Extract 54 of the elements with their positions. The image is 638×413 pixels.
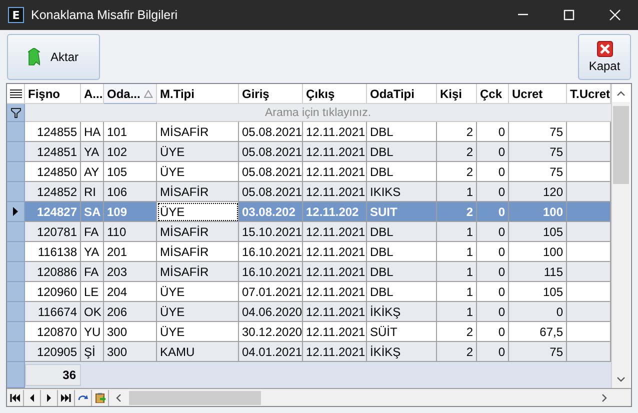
scroll-thumb[interactable] <box>129 390 261 404</box>
table-row[interactable]: 120960 LE 204 ÜYE 07.01.2021 12.11.2021 DBL 1 0 105 <box>7 282 611 302</box>
vertical-scrollbar[interactable] <box>611 84 630 388</box>
column-list-icon[interactable] <box>10 88 22 98</box>
table-row[interactable]: 120905 Şİ 300 KAMU 04.01.2021 12.11.2021 İKİKŞ 2 0 75 <box>7 342 611 362</box>
row-selector <box>7 362 25 388</box>
table-row[interactable]: 120781 FA 110 MİSAFİR 15.10.2021 12.11.2021 DBL 1 0 105 <box>7 222 611 242</box>
column-header[interactable]: A... <box>81 84 104 104</box>
record-count: 36 <box>25 364 81 386</box>
filter-icon[interactable] <box>10 108 20 118</box>
scroll-up-icon <box>617 90 625 96</box>
table-row[interactable]: 116138 YA 201 MİSAFİR 16.10.2021 12.11.2021 DBL 1 0 100 <box>7 242 611 262</box>
table-cell: ÜYE <box>157 202 239 222</box>
column-header[interactable]: Ucret <box>509 84 567 104</box>
clipboard-arrow-icon <box>94 392 106 402</box>
column-header[interactable]: M.Tipi <box>157 84 239 104</box>
maximize-icon <box>563 9 575 21</box>
table-row[interactable]: 120886 FA 203 MİSAFİR 16.10.2021 12.11.2021 DBL 1 0 115 <box>7 262 611 282</box>
row-selector[interactable] <box>7 202 25 222</box>
table-row[interactable]: 116674 OK 206 ÜYE 04.06.2020 12.11.2021 İKİKŞ 1 0 0 <box>7 302 611 322</box>
filter-field[interactable]: Arama için tıklayınız. <box>25 104 611 122</box>
scroll-thumb[interactable] <box>613 106 629 184</box>
table-row[interactable]: 124855 HA 101 MİSAFİR 05.08.2021 12.11.2021 DBL 2 0 75 <box>7 122 611 142</box>
table-row[interactable]: 124850 AY 105 ÜYE 05.08.2021 12.11.2021 DBL 2 0 75 <box>7 162 611 182</box>
sort-ascending-icon <box>144 90 153 98</box>
scroll-left-icon <box>116 394 120 402</box>
column-header[interactable]: Çck <box>477 84 509 104</box>
column-header[interactable]: T.Ucret <box>567 84 611 104</box>
column-header[interactable]: OdaTipi <box>367 84 437 104</box>
first-record-button[interactable] <box>7 390 24 406</box>
table-row[interactable]: 120870 YU 300 ÜYE 30.12.2020 12.11.2021 SÜİT 2 0 67,5 <box>7 322 611 342</box>
first-icon <box>10 392 20 402</box>
arrow-icon <box>28 48 40 66</box>
last-icon <box>60 392 72 402</box>
column-header[interactable]: Oda... <box>104 84 157 104</box>
close-icon <box>596 41 612 57</box>
window-title: Konaklama Misafir Bilgileri <box>31 8 179 22</box>
column-header[interactable]: Giriş <box>239 84 303 104</box>
column-header[interactable]: Kişi <box>437 84 477 104</box>
refresh-icon <box>78 392 88 402</box>
scroll-down-icon <box>617 376 625 382</box>
table-row[interactable]: 124852 RI 106 MİSAFİR 05.08.2021 12.11.2021 IKIKS 1 0 120 <box>7 182 611 202</box>
table-row[interactable]: 124827 SA 109 ÜYE 03.08.202 12.11.202 SUIT 2 0 100 <box>7 202 611 222</box>
table-row[interactable]: 124851 YA 102 ÜYE 05.08.2021 12.11.2021 DBL 2 0 75 <box>7 142 611 162</box>
close-button[interactable]: Kapat <box>578 34 631 80</box>
scroll-right-icon <box>602 394 606 402</box>
refresh-button[interactable] <box>75 390 92 406</box>
last-record-button[interactable] <box>58 390 75 406</box>
app-logo: E <box>8 7 24 23</box>
column-header[interactable]: Çıkış <box>303 84 367 104</box>
aktar-button[interactable]: Aktar <box>7 34 100 80</box>
close-icon <box>609 9 621 21</box>
column-header[interactable]: Fişno <box>25 84 81 104</box>
row-pointer-icon <box>13 207 18 216</box>
